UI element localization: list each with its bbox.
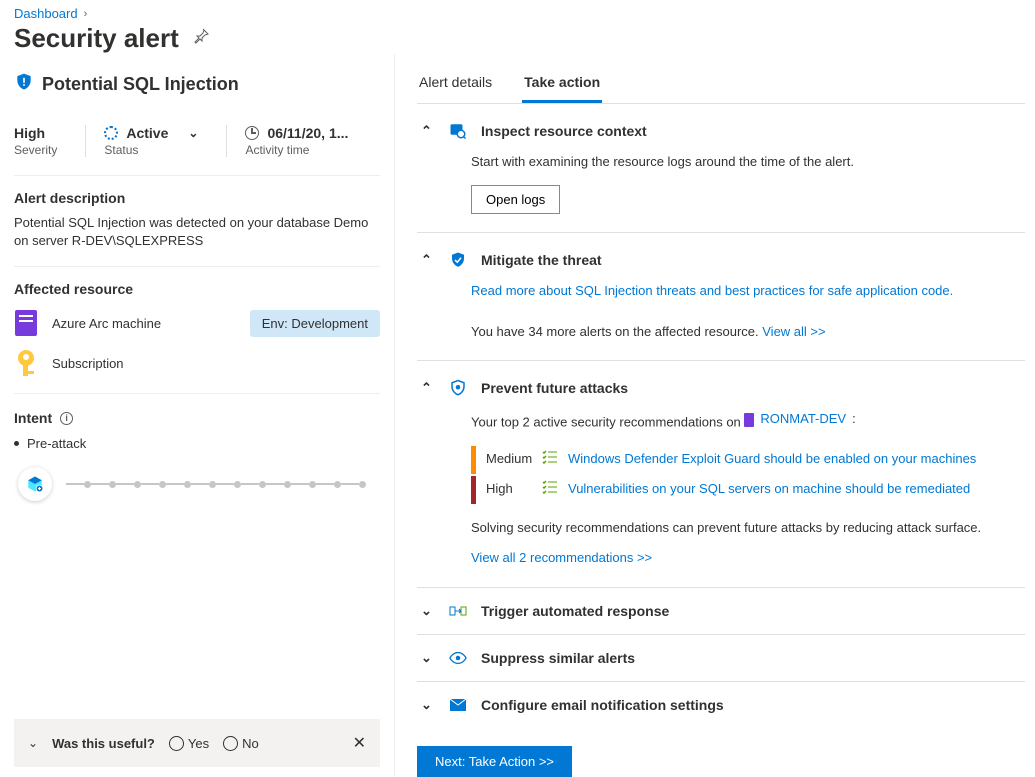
section-title: Prevent future attacks [481, 380, 628, 396]
mitigate-icon [449, 251, 467, 269]
key-icon [15, 350, 37, 376]
arc-machine-icon [744, 413, 754, 427]
stats-row: High Severity Active ⌄ Status 06/11/20, … [14, 119, 380, 176]
tab-take-action[interactable]: Take action [522, 66, 602, 103]
section-title: Configure email notification settings [481, 697, 724, 713]
section-affected: Affected resource Azure Arc machine Env:… [14, 267, 380, 394]
section-suppress: ⌄ Suppress similar alerts [417, 635, 1025, 682]
inspect-icon [449, 122, 467, 140]
chevron-down-icon: ⌄ [176, 126, 198, 140]
recommendation-link[interactable]: Windows Defender Exploit Guard should be… [568, 449, 976, 470]
checklist-icon [542, 448, 558, 472]
tabs: Alert details Take action [417, 62, 1025, 104]
intent-timeline [14, 467, 380, 501]
stat-severity: High Severity [14, 125, 85, 157]
section-title: Mitigate the threat [481, 252, 602, 268]
alert-title: Potential SQL Injection [42, 74, 239, 95]
checklist-icon [542, 478, 558, 502]
description-text: Potential SQL Injection was detected on … [14, 214, 380, 250]
page-title: Security alert [14, 23, 179, 54]
open-logs-button[interactable]: Open logs [471, 185, 560, 214]
resource-row[interactable]: Azure Arc machine Env: Development [14, 309, 380, 337]
section-trigger: ⌄ Trigger automated response [417, 588, 1025, 635]
section-title: Inspect resource context [481, 123, 647, 139]
feedback-no[interactable]: No [223, 736, 259, 751]
recommendation-link[interactable]: Vulnerabilities on your SQL servers on m… [568, 479, 970, 500]
chevron-down-icon: ⌄ [421, 603, 435, 619]
affected-heading: Affected resource [14, 281, 380, 297]
section-description: Alert description Potential SQL Injectio… [14, 176, 380, 267]
feedback-bar: ⌄ Was this useful? Yes No ✕ [14, 719, 380, 767]
shield-icon [14, 72, 34, 97]
inspect-body: Start with examining the resource logs a… [471, 152, 1021, 173]
mail-icon [449, 696, 467, 714]
next-take-action-button[interactable]: Next: Take Action >> [417, 746, 572, 777]
resource-row[interactable]: Subscription [14, 349, 380, 377]
prevent-resource-link[interactable]: RONMAT-DEV [760, 409, 846, 430]
section-email: ⌄ Configure email notification settings [417, 682, 1025, 728]
severity-label: Medium [486, 449, 542, 470]
recommendation-row[interactable]: High Vulnerabilities on your SQL servers… [471, 476, 1021, 504]
chevron-up-icon: ⌃ [421, 252, 435, 268]
alert-title-row: Potential SQL Injection [14, 72, 380, 97]
section-inspect: ⌃ Inspect resource context Start with ex… [417, 104, 1025, 233]
prevent-intro: Your top 2 active security recommendatio… [471, 415, 744, 430]
chevron-up-icon: ⌃ [421, 380, 435, 396]
recommendation-row[interactable]: Medium Windows Defender Exploit Guard sh… [471, 446, 1021, 474]
stat-status[interactable]: Active ⌄ Status [85, 125, 226, 157]
section-title: Trigger automated response [481, 603, 669, 619]
pin-icon[interactable] [193, 28, 209, 49]
view-all-alerts-link[interactable]: View all >> [762, 324, 825, 339]
timeline-start-icon [18, 467, 52, 501]
intent-stage: Pre-attack [14, 436, 380, 451]
chevron-up-icon: ⌃ [421, 123, 435, 139]
tab-alert-details[interactable]: Alert details [417, 66, 494, 103]
resource-name: Azure Arc machine [52, 316, 161, 331]
chevron-right-icon: › [84, 8, 88, 20]
description-heading: Alert description [14, 190, 380, 206]
mitigate-more: You have 34 more alerts on the affected … [471, 324, 762, 339]
resource-name: Subscription [52, 356, 124, 371]
env-badge: Env: Development [250, 310, 380, 337]
automation-icon [449, 602, 467, 620]
clock-icon [245, 126, 259, 140]
mitigate-link[interactable]: Read more about SQL Injection threats an… [471, 283, 953, 298]
prevent-footer: Solving security recommendations can pre… [471, 518, 1021, 539]
prevent-icon [449, 379, 467, 397]
spinner-icon [104, 126, 118, 140]
section-intent: Intent i Pre-attack [14, 410, 380, 501]
breadcrumb-root[interactable]: Dashboard [14, 6, 78, 21]
arc-machine-icon [15, 310, 37, 336]
close-icon[interactable]: ✕ [353, 733, 366, 753]
chevron-down-icon[interactable]: ⌄ [28, 736, 38, 750]
section-prevent: ⌃ Prevent future attacks Your top 2 acti… [417, 361, 1025, 588]
chevron-down-icon: ⌄ [421, 650, 435, 666]
section-title: Suppress similar alerts [481, 650, 635, 666]
chevron-down-icon: ⌄ [421, 697, 435, 713]
feedback-question: Was this useful? [52, 736, 155, 751]
severity-label: High [486, 479, 542, 500]
eye-icon [449, 649, 467, 667]
stat-activity: 06/11/20, 1... Activity time [226, 125, 376, 157]
feedback-yes[interactable]: Yes [169, 736, 209, 751]
view-all-recommendations-link[interactable]: View all 2 recommendations >> [471, 550, 652, 565]
breadcrumb: Dashboard › [14, 6, 1017, 21]
section-mitigate: ⌃ Mitigate the threat Read more about SQ… [417, 233, 1025, 362]
info-icon[interactable]: i [60, 412, 73, 425]
intent-heading: Intent [14, 410, 52, 426]
